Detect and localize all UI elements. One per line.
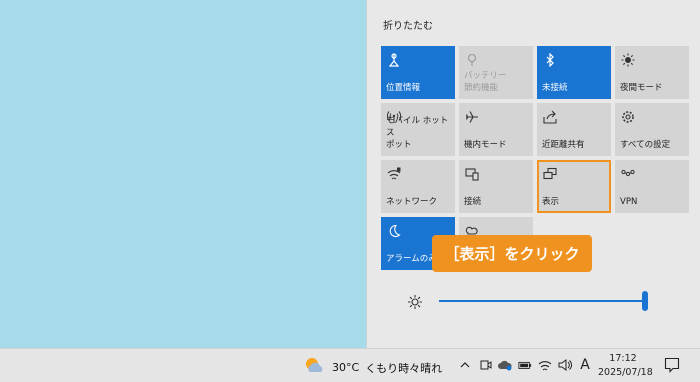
battery-icon[interactable] (518, 358, 532, 372)
tile-label: 夜間モード (620, 83, 663, 93)
share-icon (543, 110, 557, 124)
ime-indicator[interactable]: A (578, 357, 592, 373)
tile-label: バッテリー 節約機能 (464, 71, 507, 93)
clock-time: 17:12 (609, 353, 637, 364)
weather-condition: くもり時々晴れ (365, 361, 443, 375)
tile-connect[interactable]: 接続 (459, 160, 533, 213)
tile-label: 位置情報 (386, 83, 421, 93)
tile-label: 接続 (464, 197, 482, 207)
tile-label: VPN (620, 197, 638, 207)
connect-icon (465, 167, 479, 181)
tile-bluetooth[interactable]: 未接続 (537, 46, 611, 99)
weather-icon (304, 356, 326, 379)
tile-network[interactable]: ネットワーク (381, 160, 455, 213)
tile-label: 未接続 (542, 83, 568, 93)
tile-label: 機内モード (464, 140, 507, 150)
notification-icon[interactable] (664, 357, 680, 373)
meet-now-icon[interactable] (478, 358, 492, 372)
weather-temp: 30°C (332, 361, 360, 374)
wifi-icon[interactable] (538, 358, 552, 372)
clock[interactable]: 17:12 2025/07/18 (598, 352, 653, 380)
tile-airplane-mode[interactable]: 機内モード (459, 103, 533, 156)
slider-track[interactable] (439, 300, 644, 302)
tile-label: 表示 (542, 197, 560, 207)
tile-night-light[interactable]: 夜間モード (615, 46, 689, 99)
bluetooth-icon (543, 53, 557, 67)
tile-all-settings[interactable]: すべての設定 (615, 103, 689, 156)
sun-icon (407, 294, 423, 314)
tile-vpn[interactable]: VPN (615, 160, 689, 213)
collapse-link[interactable]: 折りたたむ (383, 17, 433, 32)
callout-label: ［表示］をクリック (432, 235, 592, 272)
moon-icon (387, 224, 401, 238)
tile-nearby-sharing[interactable]: 近距離共有 (537, 103, 611, 156)
tile-battery-saver[interactable]: バッテリー 節約機能 (459, 46, 533, 99)
tile-label: モバイル ホットス ポット (386, 116, 449, 150)
tile-location[interactable]: 位置情報 (381, 46, 455, 99)
speaker-icon[interactable] (558, 358, 572, 372)
tile-label: すべての設定 (620, 140, 671, 150)
gear-icon (621, 110, 635, 124)
battery-saver-icon (465, 53, 479, 67)
desktop (0, 0, 366, 348)
brightness-slider[interactable] (407, 290, 657, 314)
chevron-up-icon[interactable] (458, 358, 472, 372)
tile-label: 近距離共有 (542, 140, 585, 150)
location-icon (387, 53, 401, 67)
clock-date: 2025/07/18 (598, 367, 653, 378)
weather-widget[interactable]: 30°C くもり時々晴れ (304, 356, 442, 379)
tile-label: ネットワーク (386, 197, 438, 207)
tile-project[interactable]: 表示 (537, 160, 611, 213)
slider-thumb[interactable] (642, 291, 648, 311)
brightness-icon (621, 53, 635, 67)
taskbar: 30°C くもり時々晴れ A 17:12 2025/07/18 (0, 348, 700, 382)
action-center-panel: 折りたたむ 位置情報 バッテリー 節約機能 未接続 夜間モード モバイル ホット… (366, 0, 700, 348)
tile-mobile-hotspot[interactable]: モバイル ホットス ポット (381, 103, 455, 156)
project-icon (543, 167, 557, 181)
onedrive-icon[interactable] (498, 358, 512, 372)
airplane-icon (465, 110, 479, 124)
network-icon (387, 167, 401, 181)
vpn-icon (621, 167, 635, 181)
